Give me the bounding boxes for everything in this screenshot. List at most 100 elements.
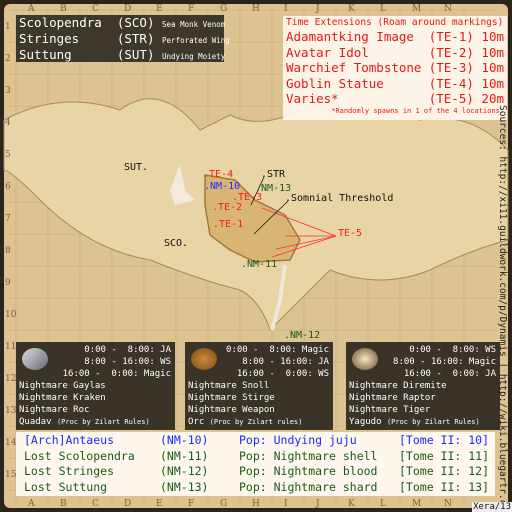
grid-row-label: 13 xyxy=(5,406,17,416)
grid-col-label: L xyxy=(380,499,386,509)
time-window: 8:00 - 16:00: WS xyxy=(84,357,171,367)
label-te5: TE-5 xyxy=(338,228,363,239)
mob-name: Nightmare Kraken xyxy=(19,393,106,403)
label-te2: .TE-2 xyxy=(212,202,243,213)
label-somnial-threshold: .Somnial Threshold xyxy=(285,193,394,204)
time-window: 16:00 - 0:00: Magic xyxy=(62,369,171,379)
grid-row-label: 10 xyxy=(5,310,17,320)
mob-name: Nightmare Weapon xyxy=(188,405,275,415)
grid-col-label: H xyxy=(252,499,260,509)
grid-row-label: 3 xyxy=(5,86,11,96)
label-sut: SUT. xyxy=(124,162,149,173)
grid-col-label: E xyxy=(156,4,163,14)
silver-cloth-icon xyxy=(22,348,48,370)
nm-legend: Scolopendra (SCO) Sea Monk Venom Stringe… xyxy=(16,15,230,62)
nm-row: Lost Suttung (NM-13) Pop: Nightmare shard[… xyxy=(24,479,490,494)
grid-col-label: G xyxy=(220,4,228,14)
te-row: Adamantking Image (TE-1) 10m xyxy=(286,29,504,44)
nm-row: Lost Scolopendra (NM-11) Pop: Nightmare sh… xyxy=(24,448,490,463)
cowrie-shell-icon xyxy=(352,348,378,370)
label-te1: .TE-1 xyxy=(213,219,244,230)
mob-name: Nightmare Raptor xyxy=(349,393,436,403)
grid-row-label: 14 xyxy=(5,438,17,448)
time-window: 0:00 - 8:00: JA xyxy=(84,345,171,355)
grid-row-label: 7 xyxy=(5,214,11,224)
time-window: 16:00 - 0:00: WS xyxy=(236,369,329,379)
mob-name: Nightmare Stirge xyxy=(188,393,275,403)
label-nm12: .NM-12 xyxy=(284,330,321,341)
legend-row: Scolopendra (SCO) Sea Monk Venom xyxy=(19,15,226,30)
mob-name: Nightmare Snoll xyxy=(188,381,270,391)
grid-row-label: 11 xyxy=(5,342,17,352)
nm-group-panel: 0:00 - 8:00: JA 8:00 - 16:00: WS 16:00 - 0… xyxy=(16,342,175,430)
grid-row-label: 15 xyxy=(5,470,17,480)
grid-col-label: I xyxy=(284,4,288,14)
grid-col-label: M xyxy=(412,4,422,14)
grid-col-label: C xyxy=(92,4,99,14)
grid-col-label: J xyxy=(316,499,320,509)
grid-col-label: C xyxy=(92,499,99,509)
grid-col-label: I xyxy=(284,499,288,509)
grid-col-label: E xyxy=(156,499,163,509)
proc-line: Quadav (Proc by Zilart Rules) xyxy=(19,417,150,427)
sources-text: Sources: http://xi11.guildwork.com/p/Dyn… xyxy=(497,105,508,512)
nm-row: Lost Stringes (NM-12) Pop: Nightmare blood… xyxy=(24,464,490,478)
grid-col-label: G xyxy=(220,499,228,509)
time-window: 0:00 - 8:00: Magic xyxy=(226,345,329,355)
grid-col-label: F xyxy=(188,499,195,509)
proc-line: Orc (Proc by Zilart rules) xyxy=(188,417,303,427)
grid-row-label: 1 xyxy=(5,22,11,32)
grid-col-label: L xyxy=(380,4,386,14)
time-window: 16:00 - 0:00: JA xyxy=(403,369,496,379)
grid-col-label: K xyxy=(348,4,355,14)
te-note: *Randomly spawns in 1 of the 4 locations… xyxy=(331,106,504,115)
grid-col-label: F xyxy=(188,4,195,14)
grid-col-label: J xyxy=(316,4,320,14)
nm-group-panel: 0:00 - 8:00: WS 8:00 - 16:00: Magic 16:00 … xyxy=(346,342,500,430)
grid-col-label: A xyxy=(28,499,35,509)
grid-col-label: B xyxy=(60,499,67,509)
label-nm10: .NM-10 xyxy=(204,181,241,192)
grid-col-label: N xyxy=(444,499,452,509)
grid-row-label: 6 xyxy=(5,182,11,192)
grid-row-label: 5 xyxy=(5,150,11,160)
label-sco: SCO. xyxy=(164,238,189,249)
bronze-coin-icon xyxy=(191,348,217,370)
time-window: 8:00 - 16:00: JA xyxy=(242,357,329,367)
te-row: Warchief Tombstone (TE-3) 10m xyxy=(286,60,504,75)
legend-row: Suttung (SUT) Undying Moiety xyxy=(19,47,226,62)
legend-row: Stringes (STR) Perforated Wing xyxy=(19,31,230,46)
nm-group-panel: 0:00 - 8:00: Magic 8:00 - 16:00: JA 16:00 … xyxy=(185,342,333,430)
grid-row-label: 4 xyxy=(5,118,11,128)
grid-col-label: K xyxy=(348,499,355,509)
mob-name: Nightmare Tiger xyxy=(349,405,431,415)
grid-col-label: H xyxy=(252,4,260,14)
te-title: Time Extensions (Roam around markings) xyxy=(286,17,504,28)
te-row: Varies* (TE-5) 20m xyxy=(286,91,504,106)
grid-row-label: 8 xyxy=(5,246,11,256)
signature: Xera/13 xyxy=(472,502,512,512)
label-nm11: .NM-11 xyxy=(241,259,278,270)
nm-row: [Arch]Antaeus (NM-10) Pop: Undying juju [To… xyxy=(24,433,490,447)
time-extensions-box: Time Extensions (Roam around markings) A… xyxy=(283,16,507,120)
dynamis-map: A A B B C C D D E E F F G G H H I I J J K K L L M M N N 1 2 3 4 5 6 7 8 9 10 1… xyxy=(0,0,512,512)
te-row: Avatar Idol (TE-2) 10m xyxy=(286,44,504,60)
grid-col-label: M xyxy=(412,499,422,509)
time-window: 0:00 - 8:00: WS xyxy=(409,345,496,355)
grid-col-label: N xyxy=(444,4,452,14)
label-str: .STR xyxy=(261,169,286,180)
te-row: Goblin Statue (TE-4) 10m xyxy=(286,75,504,91)
mob-name: Nightmare Roc xyxy=(19,405,90,415)
mob-name: Nightmare Gaylas xyxy=(19,381,106,391)
grid-col-label: D xyxy=(124,4,132,14)
grid-col-label: B xyxy=(60,4,67,14)
mob-name: Nightmare Diremite xyxy=(349,381,447,391)
time-window: 8:00 - 16:00: Magic xyxy=(393,357,496,367)
grid-row-label: 12 xyxy=(5,374,17,384)
grid-row-label: 9 xyxy=(5,278,11,288)
grid-col-label: A xyxy=(28,4,35,14)
label-te4: .TE-4 xyxy=(203,169,234,180)
grid-row-label: 2 xyxy=(5,54,11,64)
grid-col-label: D xyxy=(124,499,132,509)
proc-line: Yagudo (Proc by Zilart Rules) xyxy=(349,417,480,427)
